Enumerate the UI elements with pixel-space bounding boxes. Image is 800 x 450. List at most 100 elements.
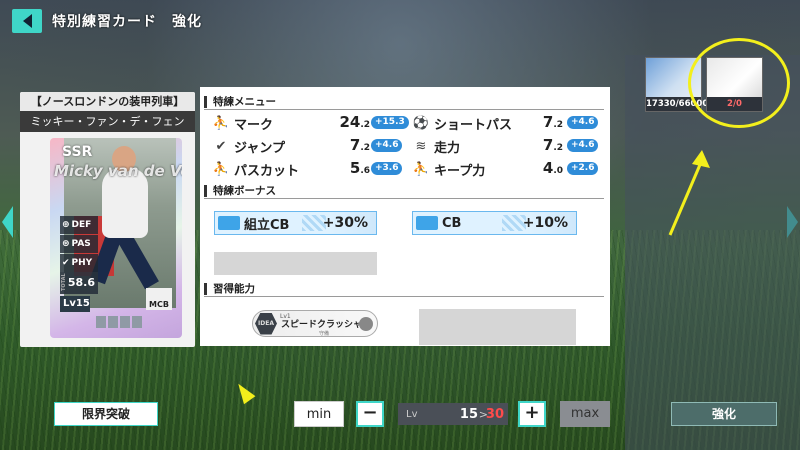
empty-skill-slot — [419, 309, 576, 345]
value-decimal: .0 — [553, 166, 563, 176]
value-int: 5 — [349, 159, 361, 177]
bonus-item: 組立CB +30% — [214, 211, 377, 235]
training-panel: 特練メニュー ⛹ マーク 24.2 +15.3 ⚽ ショートパス 7.2 +4.… — [200, 87, 610, 346]
stat-def-label: DEF — [71, 220, 92, 230]
increase-button[interactable]: + — [518, 401, 546, 427]
card-stats: ⊕ DEF ⊛ PAS ✔ PHY — [60, 216, 98, 273]
stat-pas-label: PAS — [71, 239, 91, 249]
bonus-label: 組立CB — [244, 217, 290, 233]
mark-icon: ⛹ — [212, 115, 230, 131]
stat-pas: ⊛ PAS — [60, 235, 98, 253]
pointer-arrow-icon — [668, 150, 710, 236]
slot-icon — [108, 316, 118, 328]
value-decimal: .2 — [360, 120, 370, 130]
phy-icon: ✔ — [62, 258, 70, 268]
menu-item-value: 4.0 — [525, 159, 563, 177]
stat-phy-label: PHY — [71, 258, 93, 268]
menu-item-mark: ⛹ マーク — [212, 113, 273, 133]
level-label: Lv — [406, 408, 418, 420]
back-arrow-icon — [22, 14, 32, 28]
training-menu-title: 特練メニュー — [204, 96, 276, 108]
menu-item-shortpass: ⚽ ショートパス — [412, 113, 512, 133]
skill-chip[interactable]: IDEA Lv1 スピードクラッシャー 守備 — [252, 310, 378, 337]
back-button[interactable] — [12, 9, 42, 33]
keep-icon: ⛹ — [412, 161, 430, 177]
max-button[interactable]: max — [560, 401, 610, 427]
passcut-icon: ⛹ — [212, 161, 230, 177]
divider — [204, 296, 604, 297]
rarity-label: SSR — [62, 144, 93, 160]
decrease-button[interactable]: − — [356, 401, 384, 427]
plus-badge: +4.6 — [371, 139, 403, 152]
empty-bonus-slot — [214, 252, 377, 275]
top-bar: 特別練習カード 強化 — [0, 0, 800, 40]
menu-item-passcut: ⛹ パスカット — [212, 159, 299, 179]
page-title: 特別練習カード 強化 — [52, 14, 202, 30]
value-int: 7 — [542, 113, 554, 131]
value-decimal: .2 — [360, 143, 370, 153]
player-leg-right — [117, 232, 159, 290]
slot-icon — [96, 316, 106, 328]
value-int: 7 — [542, 136, 554, 154]
bonus-tag-icon — [416, 216, 438, 230]
total-label: TOTAL — [61, 273, 67, 291]
value-int: 24 — [339, 113, 361, 131]
menu-item-value: 7.2 — [525, 113, 563, 131]
divider — [204, 109, 604, 110]
menu-item-value: 7.2 — [525, 136, 563, 154]
min-button[interactable]: min — [294, 401, 344, 427]
plus-badge: +15.3 — [371, 116, 409, 129]
menu-item-label: パスカット — [234, 163, 300, 179]
menu-item-label: ショートパス — [434, 117, 513, 133]
divider — [204, 198, 604, 199]
bonus-value: +30% — [322, 215, 368, 231]
bonus-tag-icon — [218, 216, 240, 230]
value-decimal: .2 — [553, 143, 563, 153]
limit-break-button[interactable]: 限界突破 — [54, 402, 158, 426]
skill-name: スピードクラッシャー — [281, 320, 372, 330]
skill-level: Lv1 — [280, 313, 291, 320]
bonus-item: CB +10% — [412, 211, 577, 235]
def-icon: ⊕ — [62, 220, 70, 230]
prev-card-arrow-icon[interactable] — [2, 206, 13, 238]
card-player-name: ミッキー・ファン・デ・フェン — [20, 111, 195, 132]
jump-icon: ✔ — [215, 138, 227, 154]
plus-badge: +2.6 — [567, 162, 599, 175]
menu-item-value: 24.2 — [330, 113, 370, 131]
menu-item-jump: ✔ ジャンプ — [212, 136, 285, 156]
menu-item-label: ジャンプ — [234, 140, 285, 156]
value-int: 7 — [349, 136, 361, 154]
current-level: 15 — [459, 406, 478, 422]
value-decimal: .6 — [360, 166, 370, 176]
skills-title: 習得能力 — [204, 283, 255, 295]
menu-item-keep: ⛹ キープ力 — [412, 159, 485, 179]
menu-item-value: 5.6 — [330, 159, 370, 177]
player-card-panel[interactable]: 【ノースロンドンの装甲列車】 ミッキー・ファン・デ・フェン Micky van … — [20, 92, 195, 347]
value-int: 4 — [542, 159, 554, 177]
pas-icon: ⊛ — [62, 239, 70, 249]
card-art: Micky van de Ven SSR ⊕DEF ⊛PAS ✔PHY TOTA… — [50, 138, 182, 338]
level-field: Lv 15 > 30 — [398, 403, 508, 425]
menu-item-label: キープ力 — [434, 163, 486, 179]
bonus-label: CB — [442, 215, 462, 231]
plus-badge: +3.6 — [371, 162, 403, 175]
position-badge: MCB — [146, 288, 172, 310]
value-decimal: .2 — [553, 120, 563, 130]
face-icon — [359, 317, 373, 331]
slot-icon — [132, 316, 142, 328]
shortpass-icon: ⚽ — [412, 115, 430, 131]
run-icon: ≋ — [415, 138, 427, 154]
menu-item-value: 7.2 — [330, 136, 370, 154]
card-name-overlay: Micky van de Ven — [54, 162, 182, 180]
plus-badge: +4.6 — [567, 139, 599, 152]
highlight-circle — [688, 38, 790, 128]
screen: 特別練習カード 強化 【ノースロンドンの装甲列車】 ミッキー・ファン・デ・フェン… — [0, 0, 800, 450]
menu-item-run: ≋ 走力 — [412, 136, 460, 156]
slot-icon — [120, 316, 130, 328]
enhance-button[interactable]: 強化 — [671, 402, 777, 426]
plus-badge: +4.6 — [567, 116, 599, 129]
skill-category: 守備 — [319, 331, 330, 337]
bonus-value: +10% — [522, 215, 568, 231]
training-bonus-title: 特練ボーナス — [204, 185, 276, 197]
menu-item-label: マーク — [234, 117, 274, 133]
